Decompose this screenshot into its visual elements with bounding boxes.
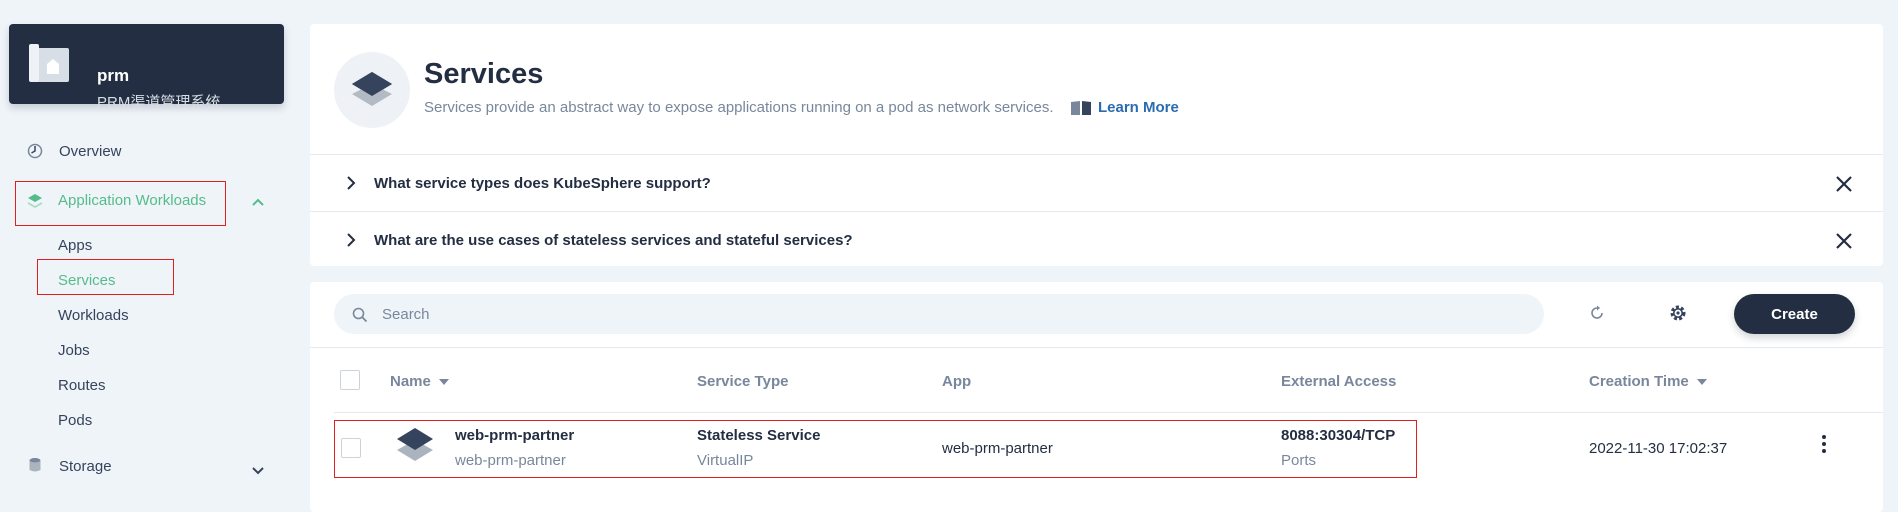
sort-icon[interactable]	[438, 379, 449, 386]
refresh-icon[interactable]	[1588, 304, 1606, 322]
column-header-app: App	[942, 373, 972, 390]
services-banner: Services Services provide an abstract wa…	[310, 24, 1883, 266]
column-header-external-access: External Access	[1281, 373, 1397, 390]
highlight-application-workloads	[15, 181, 226, 226]
overview-icon	[27, 143, 43, 159]
service-icon	[352, 72, 392, 106]
project-name: prm	[97, 66, 130, 85]
search-icon	[352, 307, 368, 323]
book-icon	[1071, 101, 1091, 115]
column-header-name[interactable]: Name	[390, 373, 449, 390]
gear-icon[interactable]	[1668, 303, 1688, 323]
toolbar: Create	[310, 282, 1883, 347]
faq-item[interactable]: What service types does KubeSphere suppo…	[310, 154, 1883, 211]
sidebar-item-workloads[interactable]: Workloads	[58, 307, 129, 324]
project-description: PRM渠道管理系统	[97, 94, 221, 111]
chevron-up-icon[interactable]	[250, 195, 266, 211]
page-title: Services	[424, 58, 544, 90]
create-button[interactable]: Create	[1734, 294, 1855, 334]
project-icon	[29, 44, 69, 82]
sidebar-item-overview[interactable]: Overview	[59, 143, 122, 160]
banner-icon-circle	[334, 52, 410, 128]
sidebar-item-routes[interactable]: Routes	[58, 377, 106, 394]
highlight-service-row	[334, 420, 1417, 478]
select-all-checkbox[interactable]	[340, 370, 360, 390]
sort-icon[interactable]	[1696, 379, 1707, 386]
project-card[interactable]: prm PRM渠道管理系统	[9, 24, 284, 111]
table-header: Name Service Type App External Access Cr…	[310, 347, 1883, 412]
close-icon[interactable]	[1835, 232, 1853, 250]
highlight-services	[37, 259, 174, 295]
column-header-creation-time[interactable]: Creation Time	[1589, 373, 1707, 390]
sidebar-item-pods[interactable]: Pods	[58, 412, 92, 429]
sidebar-item-jobs[interactable]: Jobs	[58, 342, 90, 359]
chevron-right-icon[interactable]	[344, 175, 358, 191]
chevron-right-icon[interactable]	[344, 232, 358, 248]
faq-item[interactable]: What are the use cases of stateless serv…	[310, 211, 1883, 268]
database-icon	[29, 458, 41, 472]
chevron-down-icon[interactable]	[250, 462, 266, 478]
sidebar-item-apps[interactable]: Apps	[58, 237, 92, 254]
column-header-service-type: Service Type	[697, 373, 789, 390]
sidebar-item-storage[interactable]: Storage	[59, 458, 112, 475]
page-description: Services provide an abstract way to expo…	[424, 99, 1054, 116]
learn-more-link[interactable]: Learn More	[1098, 99, 1179, 116]
close-icon[interactable]	[1835, 175, 1853, 193]
sidebar: prm PRM渠道管理系统 Overview Application Workl…	[0, 0, 300, 500]
search-input[interactable]	[380, 294, 1530, 334]
more-actions-icon[interactable]	[1821, 435, 1827, 455]
creation-time-value: 2022-11-30 17:02:37	[1589, 440, 1728, 457]
faq-question[interactable]: What service types does KubeSphere suppo…	[374, 175, 711, 192]
faq-question[interactable]: What are the use cases of stateless serv…	[374, 232, 853, 249]
